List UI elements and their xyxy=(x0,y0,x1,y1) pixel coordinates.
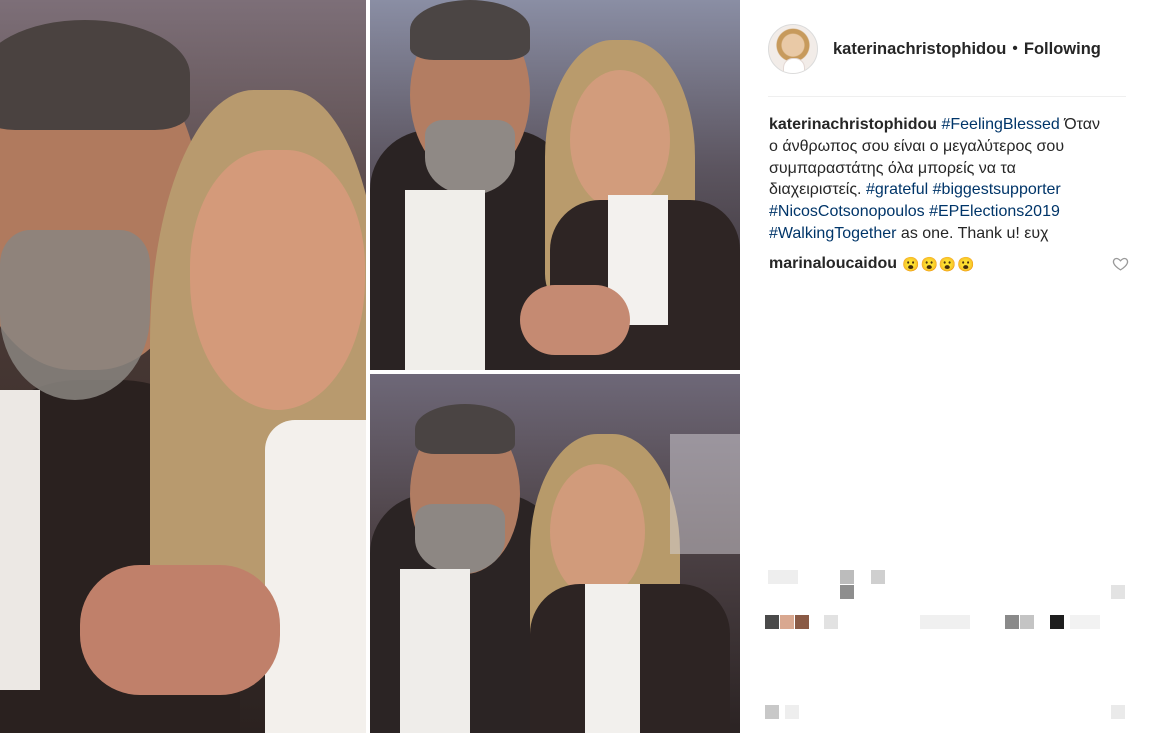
blurred-area xyxy=(840,570,854,584)
blurred-area xyxy=(1070,615,1100,629)
blurred-area xyxy=(871,570,885,584)
post-side-panel: katerinachristophidou • Following kateri… xyxy=(740,0,1154,733)
hashtag-link[interactable]: #EPElections2019 xyxy=(929,203,1060,220)
blurred-area xyxy=(765,615,779,629)
caption-username[interactable]: katerinachristophidou xyxy=(769,116,937,133)
comment-text: 😮😮😮😮 xyxy=(902,256,976,272)
blurred-area xyxy=(840,585,854,599)
caption-line: διαχειριστείς. #grateful #biggestsupport… xyxy=(769,179,1121,201)
blurred-area xyxy=(1005,615,1019,629)
caption-text: as one. Thank u! ευχ xyxy=(896,224,1049,242)
comment-username[interactable]: marinaloucaidou xyxy=(769,253,897,275)
hashtag-link[interactable]: #grateful xyxy=(866,181,928,198)
hashtag-link[interactable]: #WalkingTogether xyxy=(769,225,896,242)
blurred-area xyxy=(1111,585,1125,599)
photo-collage[interactable] xyxy=(0,0,740,733)
post-header: katerinachristophidou • Following xyxy=(768,22,1128,76)
caption-text: Όταν xyxy=(1059,116,1100,133)
heart-outline-icon[interactable] xyxy=(1112,255,1129,272)
blurred-area xyxy=(780,615,794,629)
following-button[interactable]: Following xyxy=(1024,40,1101,59)
caption-line: #WalkingTogether as one. Thank u! ευχ xyxy=(769,223,1121,245)
hashtag-link[interactable]: #FeelingBlessed xyxy=(941,116,1059,133)
blurred-area xyxy=(768,570,798,584)
blurred-area xyxy=(765,705,779,719)
blurred-area xyxy=(795,615,809,629)
caption-line: ο άνθρωπος σου είναι ο μεγαλύτερος σου xyxy=(769,137,1065,155)
header-username[interactable]: katerinachristophidou xyxy=(833,40,1006,59)
comment-row: marinaloucaidou 😮😮😮😮 xyxy=(769,253,1121,275)
caption-line: katerinachristophidou #FeelingBlessed Ότ… xyxy=(769,114,1121,136)
blurred-area xyxy=(1050,615,1064,629)
post-photo-left xyxy=(0,0,366,733)
blurred-area xyxy=(824,615,838,629)
header-divider xyxy=(768,96,1126,97)
post-caption: katerinachristophidou #FeelingBlessed Ότ… xyxy=(769,114,1121,245)
post-photo-top-right xyxy=(370,0,740,370)
caption-line: συμπαραστάτης όλα μπορείς να τα xyxy=(769,159,1016,177)
blurred-area xyxy=(1020,615,1034,629)
avatar-figure xyxy=(783,58,805,73)
hashtag-link[interactable]: #NicosCotsonopoulos xyxy=(769,203,925,220)
caption-line: #NicosCotsonopoulos #EPElections2019 xyxy=(769,201,1121,223)
blurred-area xyxy=(1111,705,1125,719)
hashtag-link[interactable]: #biggestsupporter xyxy=(933,181,1061,198)
profile-avatar[interactable] xyxy=(768,24,818,74)
caption-text: διαχειριστείς. xyxy=(769,181,866,199)
blurred-area xyxy=(785,705,799,719)
post-photo-bottom-right xyxy=(370,374,740,733)
blurred-area xyxy=(920,615,970,629)
header-separator: • xyxy=(1012,40,1018,57)
